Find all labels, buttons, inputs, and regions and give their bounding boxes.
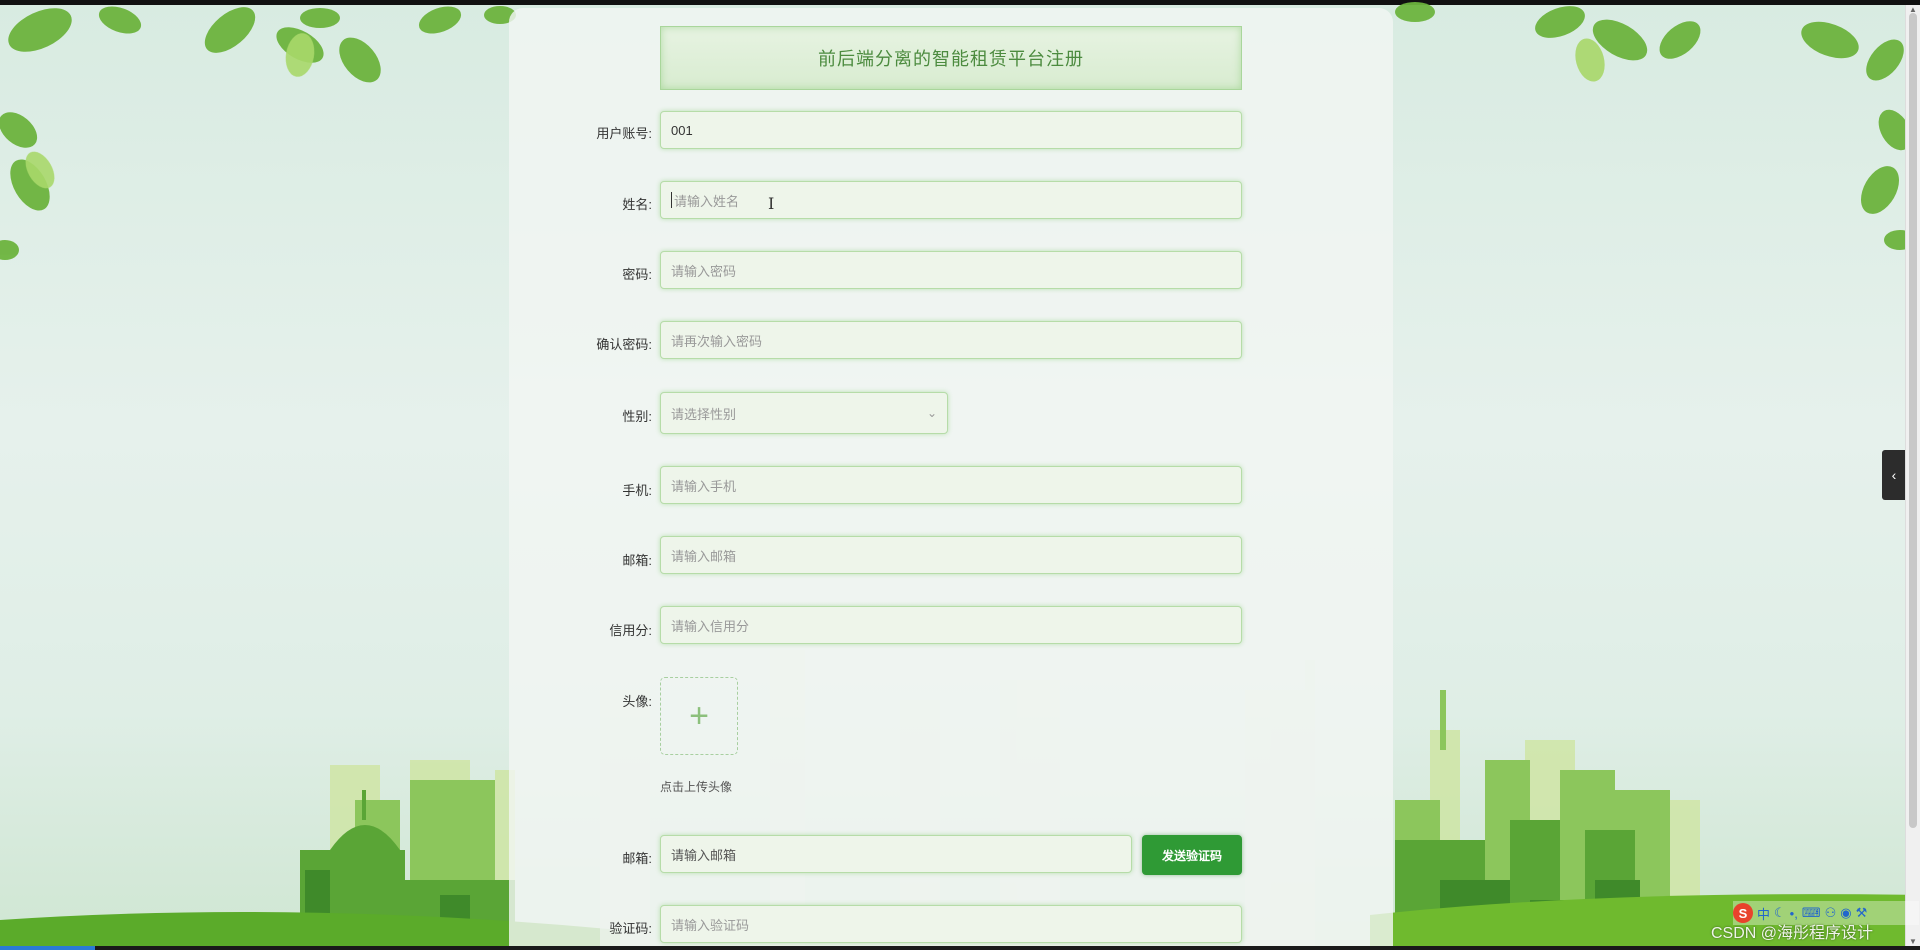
- text-caret: [671, 192, 672, 208]
- username-value: 001: [671, 122, 693, 138]
- code-input[interactable]: 请输入验证码: [660, 905, 1242, 943]
- label-credit-score: 信用分:: [609, 623, 652, 638]
- password-placeholder: 请输入密码: [671, 263, 737, 279]
- label-avatar: 头像:: [622, 694, 652, 709]
- label-email: 邮箱:: [622, 553, 652, 568]
- label-username: 用户账号:: [596, 126, 652, 141]
- label-verify-email: 邮箱:: [622, 851, 652, 866]
- label-confirm-password: 确认密码:: [596, 337, 652, 352]
- chevron-down-icon: ⌄: [926, 406, 937, 420]
- side-panel-toggle[interactable]: ‹: [1882, 450, 1906, 500]
- avatar-upload-tip: 点击上传头像: [660, 780, 733, 794]
- label-password: 密码:: [622, 267, 652, 282]
- send-code-button[interactable]: 发送验证码: [1142, 835, 1242, 875]
- page-scrollbar[interactable]: ▲ ▼: [1905, 5, 1920, 946]
- scroll-down-icon[interactable]: ▼: [1909, 937, 1917, 946]
- phone-placeholder: 请输入手机: [671, 478, 737, 494]
- username-input[interactable]: 001: [660, 111, 1242, 149]
- verify-email-input[interactable]: 请输入邮箱: [660, 835, 1132, 873]
- name-placeholder: 请输入姓名: [674, 193, 740, 209]
- credit-score-input[interactable]: 请输入信用分: [660, 606, 1242, 644]
- label-name: 姓名:: [622, 197, 652, 212]
- confirm-password-input[interactable]: 请再次输入密码: [660, 321, 1242, 359]
- label-code: 验证码:: [609, 921, 652, 936]
- password-input[interactable]: 请输入密码: [660, 251, 1242, 289]
- loading-progress: [0, 946, 95, 950]
- scrollbar-thumb[interactable]: [1909, 13, 1917, 828]
- avatar-upload[interactable]: +: [660, 677, 738, 755]
- chevron-left-icon: ‹: [1891, 467, 1897, 483]
- label-gender: 性别:: [622, 409, 652, 424]
- label-phone: 手机:: [622, 483, 652, 498]
- top-strip: [0, 0, 1920, 5]
- email-input[interactable]: 请输入邮箱: [660, 536, 1242, 574]
- watermark: CSDN @海彤程序设计: [1711, 925, 1874, 942]
- name-input[interactable]: 请输入姓名: [660, 181, 1242, 219]
- email-placeholder: 请输入邮箱: [671, 548, 737, 564]
- confirm-password-placeholder: 请再次输入密码: [671, 333, 763, 349]
- code-placeholder: 请输入验证码: [671, 917, 750, 933]
- bottom-strip: [0, 946, 1920, 950]
- form-title: 前后端分离的智能租赁平台注册: [660, 26, 1242, 90]
- gender-placeholder: 请选择性别: [671, 406, 737, 422]
- ibeam-cursor-icon: I: [768, 194, 775, 213]
- gender-select[interactable]: 请选择性别 ⌄: [660, 392, 948, 434]
- plus-icon: +: [689, 696, 709, 735]
- phone-input[interactable]: 请输入手机: [660, 466, 1242, 504]
- verify-email-placeholder: 请输入邮箱: [671, 847, 737, 863]
- credit-score-placeholder: 请输入信用分: [671, 618, 750, 634]
